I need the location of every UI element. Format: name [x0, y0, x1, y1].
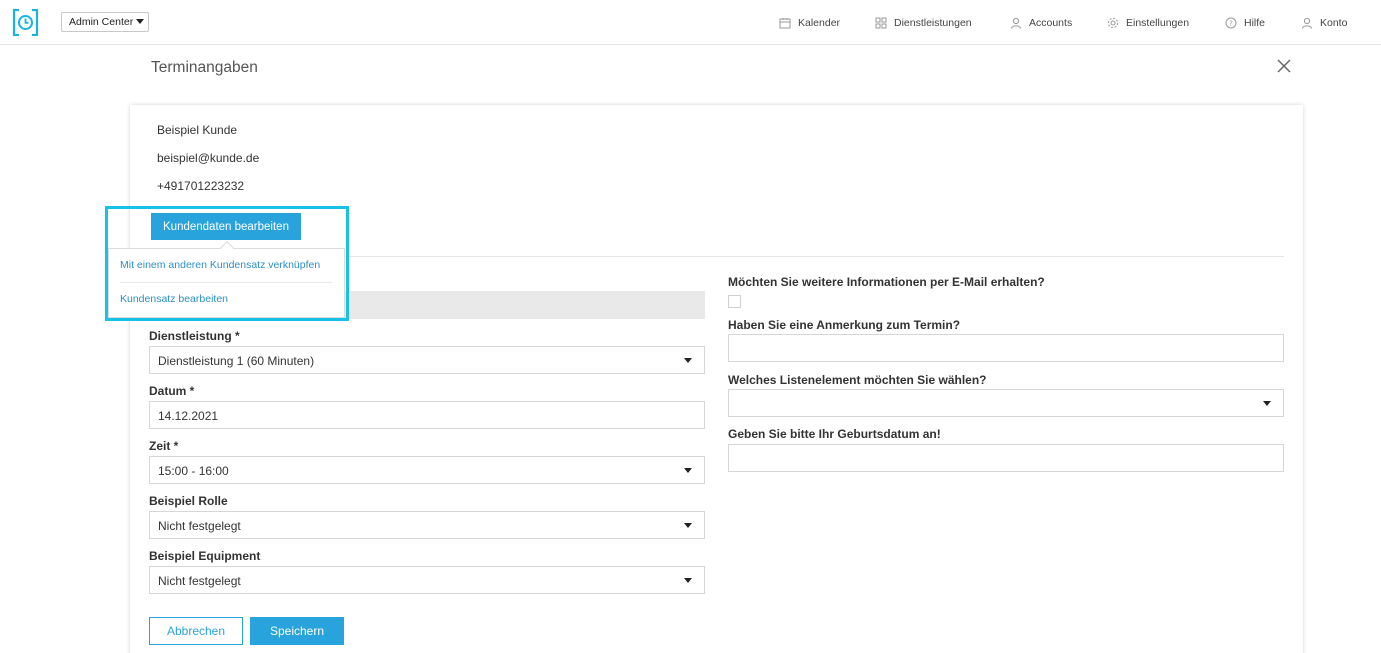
role-select[interactable]: Nicht festgelegt [149, 511, 705, 539]
save-button[interactable]: Speichern [250, 617, 344, 645]
user-icon [1011, 17, 1021, 29]
account-icon [1302, 17, 1312, 29]
customer-email: beispiel@kunde.de [157, 151, 260, 165]
date-value: 14.12.2021 [158, 409, 219, 423]
top-navigation-bar: Admin Center Kalender Dienstleistungen A… [0, 0, 1381, 45]
cancel-button[interactable]: Abbrechen [149, 617, 243, 645]
nav-accounts[interactable]: Accounts [1010, 0, 1072, 45]
role-label: Beispiel Rolle [149, 494, 228, 508]
list-element-select[interactable] [728, 389, 1284, 417]
help-icon: ? [1225, 17, 1237, 28]
nav-hilfe-label: Hilfe [1244, 16, 1266, 29]
edit-customer-button[interactable]: Kundendaten bearbeiten [151, 213, 301, 240]
nav-dienstleistungen-label: Dienstleistungen [894, 16, 972, 29]
time-value: 15:00 - 16:00 [158, 464, 229, 478]
calendar-icon [779, 17, 791, 28]
nav-konto[interactable]: Konto [1301, 0, 1347, 45]
grid-icon [875, 17, 887, 28]
list-element-label: Welches Listenelement möchten Sie wählen… [728, 373, 987, 387]
birthday-input[interactable] [728, 444, 1284, 472]
service-select[interactable]: Dienstleistung 1 (60 Minuten) [149, 346, 705, 374]
menu-separator [120, 282, 332, 283]
role-value: Nicht festgelegt [158, 519, 241, 533]
newsletter-label: Möchten Sie weitere Informationen per E-… [728, 275, 1045, 289]
nav-einstellungen[interactable]: Einstellungen [1107, 0, 1189, 45]
chevron-down-icon [136, 19, 144, 24]
nav-accounts-label: Accounts [1029, 16, 1073, 29]
nav-kalender-label: Kalender [798, 16, 841, 29]
nav-dienstleistungen[interactable]: Dienstleistungen [875, 0, 972, 45]
chevron-down-icon [684, 358, 692, 363]
equipment-select[interactable]: Nicht festgelegt [149, 566, 705, 594]
nav-einstellungen-label: Einstellungen [1126, 16, 1190, 29]
menu-link-other-record[interactable]: Mit einem anderen Kundensatz verknüpfen [120, 259, 320, 271]
remark-input[interactable] [728, 334, 1284, 362]
equipment-value: Nicht festgelegt [158, 574, 241, 588]
menu-edit-record[interactable]: Kundensatz bearbeiten [120, 293, 228, 305]
customer-name: Beispiel Kunde [157, 123, 238, 137]
birthday-label: Geben Sie bitte Ihr Geburtsdatum an! [728, 427, 941, 441]
time-select[interactable]: 15:00 - 16:00 [149, 456, 705, 484]
admin-center-select[interactable]: Admin Center [61, 12, 149, 32]
chevron-down-icon [684, 523, 692, 528]
service-value: Dienstleistung 1 (60 Minuten) [158, 354, 315, 368]
chevron-down-icon [684, 578, 692, 583]
customer-phone: +491701223232 [157, 179, 245, 193]
grey-band [340, 291, 705, 319]
close-icon[interactable] [1276, 58, 1292, 74]
page-title: Terminangaben [151, 59, 258, 76]
time-label: Zeit * [149, 439, 179, 453]
gear-icon [1107, 17, 1119, 28]
admin-center-label: Admin Center [69, 16, 134, 28]
chevron-down-icon [684, 468, 692, 473]
nav-konto-label: Konto [1320, 16, 1348, 29]
clock-logo-icon[interactable] [12, 9, 39, 36]
svg-text:?: ? [1229, 19, 1233, 27]
chevron-down-icon [1263, 401, 1271, 406]
nav-hilfe[interactable]: ? Hilfe [1225, 0, 1265, 45]
nav-kalender[interactable]: Kalender [779, 0, 840, 45]
equipment-label: Beispiel Equipment [149, 549, 261, 563]
newsletter-checkbox[interactable] [728, 295, 741, 308]
service-label: Dienstleistung * [149, 329, 240, 343]
customer-edit-menu: Mit einem anderen Kundensatz verknüpfen … [108, 240, 345, 318]
date-label: Datum * [149, 384, 195, 398]
remark-label: Haben Sie eine Anmerkung zum Termin? [728, 318, 961, 332]
date-input[interactable]: 14.12.2021 [149, 401, 705, 429]
